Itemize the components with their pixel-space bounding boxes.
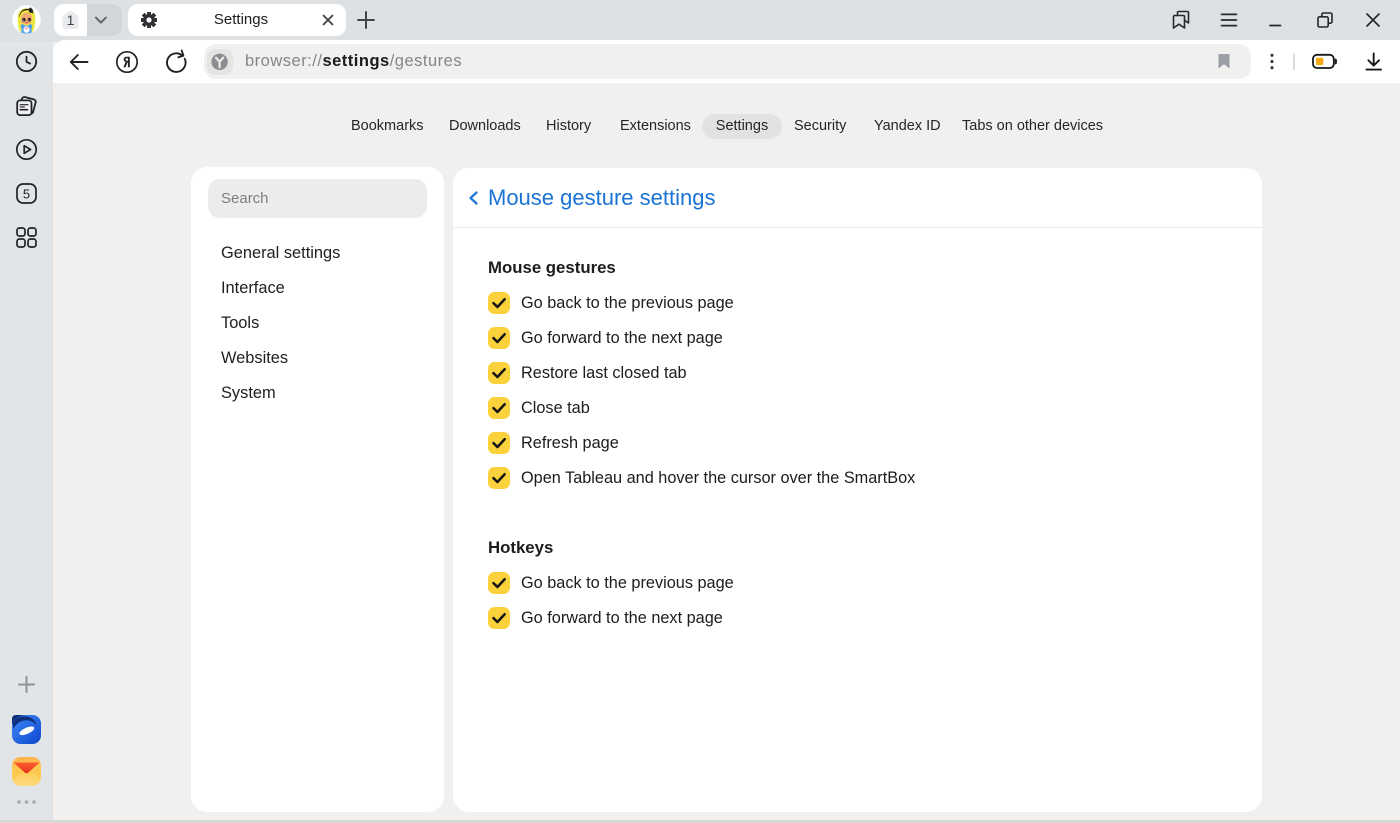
svg-text:5: 5 (23, 186, 30, 201)
svg-text:1: 1 (67, 12, 75, 28)
